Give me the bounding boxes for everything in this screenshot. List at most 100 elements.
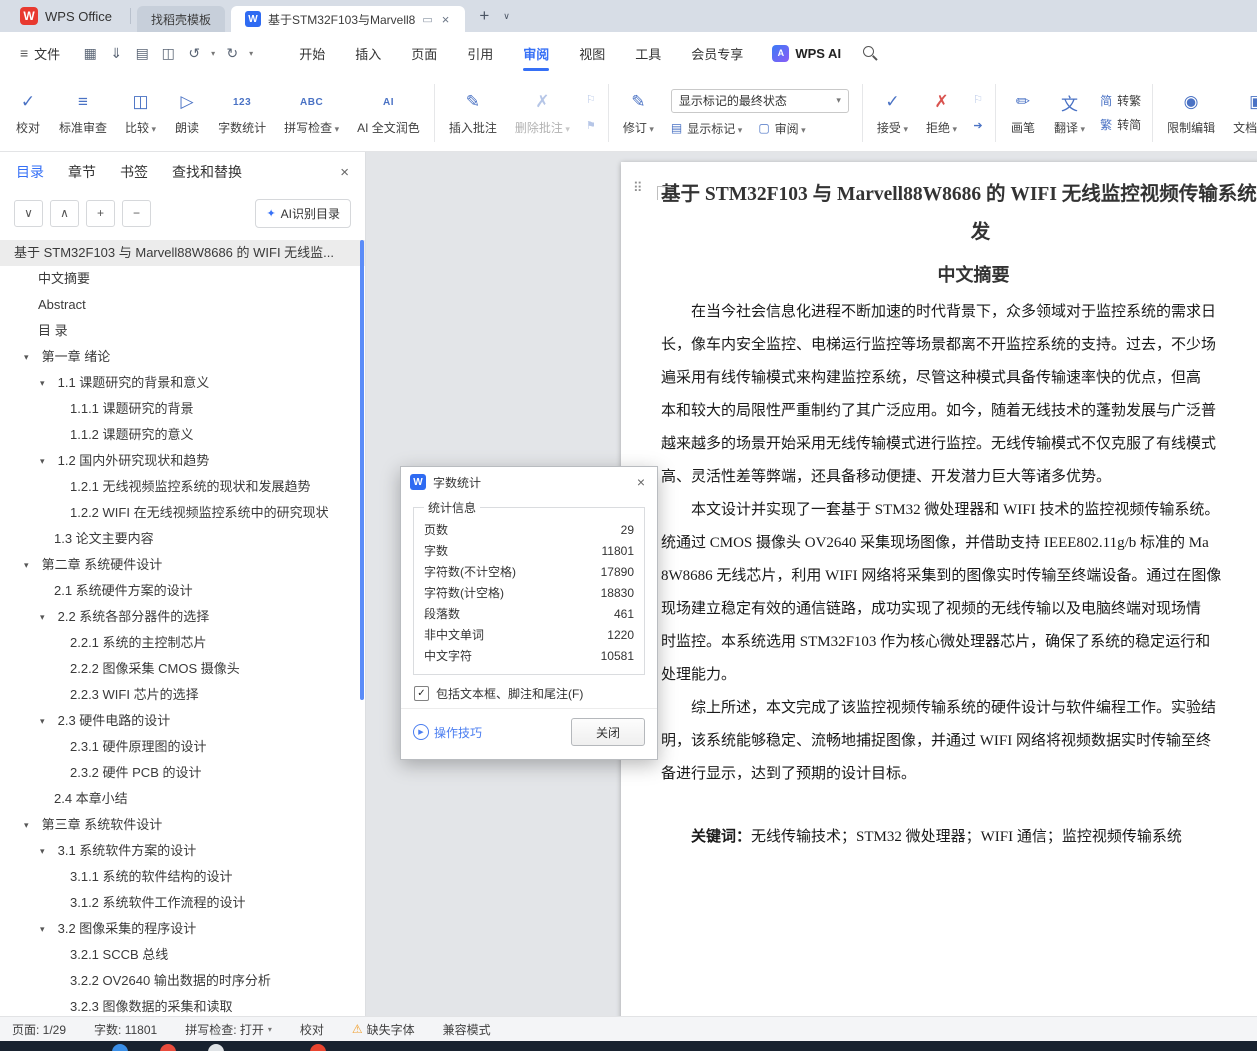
new-tab-button[interactable]: + xyxy=(471,6,497,26)
ribbon-button[interactable]: 123 字数统计 xyxy=(209,84,275,141)
toc-item[interactable]: 3.1.1 系统的软件结构的设计 xyxy=(0,864,365,890)
toc-item[interactable]: Abstract xyxy=(0,292,365,318)
dialog-titlebar[interactable]: W 字数统计 × xyxy=(401,467,657,497)
ribbon-button[interactable]: ▣ 文档权限 xyxy=(1224,84,1257,141)
toc-item[interactable]: 1.3 论文主要内容 xyxy=(0,526,365,552)
undo-caret-icon[interactable]: ▾ xyxy=(208,49,218,58)
to-simplified-button[interactable]: 繁 转简 xyxy=(1100,116,1141,133)
status-page-count[interactable]: 页面: 1/29 xyxy=(12,1021,66,1038)
ribbon-tab[interactable]: 插入 xyxy=(340,34,396,73)
next-comment-icon[interactable]: ⚑ xyxy=(581,118,601,134)
track-changes-button[interactable]: ✎ 修订 xyxy=(614,84,663,141)
show-markup-button[interactable]: ▤ 显示标记 xyxy=(671,120,742,137)
toc-item[interactable]: 第二章 系统硬件设计 xyxy=(0,552,365,578)
toc-item[interactable]: 2.4 本章小结 xyxy=(0,786,365,812)
toc-item[interactable]: 第三章 系统软件设计 xyxy=(0,812,365,838)
toc-item[interactable]: 第一章 绪论 xyxy=(0,344,365,370)
sidebar-close-icon[interactable]: × xyxy=(340,164,349,181)
dialog-close-icon[interactable]: × xyxy=(634,474,648,490)
previous-comment-icon[interactable]: ⚐ xyxy=(581,92,601,108)
translate-button[interactable]: 文 翻译 xyxy=(1045,84,1094,141)
toc-item[interactable]: 1.2.1 无线视频监控系统的现状和发展趋势 xyxy=(0,474,365,500)
include-textboxes-checkbox[interactable]: ✓ 包括文本框、脚注和尾注(F) xyxy=(414,685,644,702)
ai-recognize-toc-button[interactable]: ✦ AI识别目录 xyxy=(255,198,351,228)
file-menu-button[interactable]: ≡ 文件 xyxy=(12,44,68,63)
export-pdf-icon[interactable]: ⇓ xyxy=(104,41,128,65)
toc-item[interactable]: 基于 STM32F103 与 Marvell88W8686 的 WIFI 无线监… xyxy=(0,240,365,266)
status-compat-mode[interactable]: 兼容模式 xyxy=(443,1021,491,1038)
ribbon-tab[interactable]: 开始 xyxy=(284,34,340,73)
wps-home-tab[interactable]: W WPS Office xyxy=(8,0,124,32)
toc-item[interactable]: 2.3.1 硬件原理图的设计 xyxy=(0,734,365,760)
toc-item[interactable]: 2.3 硬件电路的设计 xyxy=(0,708,365,734)
to-traditional-button[interactable]: 简 转繁 xyxy=(1100,92,1141,109)
toc-item[interactable]: 3.1 系统软件方案的设计 xyxy=(0,838,365,864)
ribbon-button[interactable]: ✓ 校对 xyxy=(6,84,50,141)
status-spellcheck[interactable]: 拼写检查: 打开 ▾ xyxy=(185,1021,272,1038)
ribbon-button[interactable]: AI AI 全文润色 xyxy=(348,84,429,141)
ink-brush-button[interactable]: ✏ 画笔 xyxy=(1001,84,1045,141)
toc-item[interactable]: 2.2.3 WIFI 芯片的选择 xyxy=(0,682,365,708)
reviewing-pane-button[interactable]: ▢ 审阅 xyxy=(758,120,805,137)
ribbon-tab[interactable]: 会员专享 xyxy=(676,34,758,73)
toc-item[interactable]: 2.1 系统硬件方案的设计 xyxy=(0,578,365,604)
toc-item[interactable]: 1.1.2 课题研究的意义 xyxy=(0,422,365,448)
search-icon[interactable] xyxy=(863,45,878,61)
ribbon-tab[interactable]: 页面 xyxy=(396,34,452,73)
status-missing-font[interactable]: ⚠ 缺失字体 xyxy=(352,1021,415,1038)
document-tab-close-icon[interactable]: × xyxy=(440,12,452,27)
toc-item[interactable]: 1.2.2 WIFI 在无线视频监控系统中的研究现状 xyxy=(0,500,365,526)
toc-item[interactable]: 2.2.2 图像采集 CMOS 摄像头 xyxy=(0,656,365,682)
tab-list-caret-icon[interactable]: ∨ xyxy=(503,11,510,22)
sidebar-tab[interactable]: 章节 xyxy=(68,162,96,182)
toc-item[interactable]: 2.2 系统各部分器件的选择 xyxy=(0,604,365,630)
ribbon-button[interactable]: ▷ 朗读 xyxy=(165,84,209,141)
sidebar-tab[interactable]: 书签 xyxy=(120,162,148,182)
previous-change-icon[interactable]: ⚐ xyxy=(968,92,988,108)
toc-item[interactable]: 3.2.3 图像数据的采集和读取 xyxy=(0,994,365,1016)
status-proofread[interactable]: 校对 xyxy=(300,1021,324,1038)
ribbon-button[interactable]: ✓ 接受 xyxy=(868,84,917,141)
ribbon-button[interactable]: ✎ 插入批注 xyxy=(440,84,506,141)
paragraph-drag-handle-icon[interactable]: ⠿ xyxy=(633,180,642,196)
document-tab[interactable]: W 基于STM32F103与Marvell8 ▭ × xyxy=(230,6,466,32)
ribbon-button[interactable]: ≡ 标准审查 xyxy=(50,84,116,141)
toc-plus-button[interactable]: + xyxy=(86,199,115,227)
save-icon[interactable]: ▦ xyxy=(78,41,102,65)
toc-item[interactable]: 1.1 课题研究的背景和意义 xyxy=(0,370,365,396)
toc-item[interactable]: 2.3.2 硬件 PCB 的设计 xyxy=(0,760,365,786)
print-icon[interactable]: ▤ xyxy=(130,41,154,65)
toc-collapse-button[interactable]: ∨ xyxy=(14,199,43,227)
ribbon-button[interactable]: ◉ 限制编辑 xyxy=(1158,84,1224,141)
print-preview-icon[interactable]: ◫ xyxy=(156,41,180,65)
ribbon-button[interactable]: ✗ 删除批注 xyxy=(506,84,579,141)
status-word-count[interactable]: 字数: 11801 xyxy=(94,1021,157,1038)
toc-item[interactable]: 中文摘要 xyxy=(0,266,365,292)
redo-icon[interactable]: ↻ xyxy=(220,41,244,65)
toc-item[interactable]: 1.2 国内外研究现状和趋势 xyxy=(0,448,365,474)
ribbon-button[interactable]: ◫ 比较 xyxy=(116,84,165,141)
toc-expand-button[interactable]: ∧ xyxy=(50,199,79,227)
toc-item[interactable]: 3.2.2 OV2640 输出数据的时序分析 xyxy=(0,968,365,994)
close-button[interactable]: 关闭 xyxy=(571,718,645,746)
toc-minus-button[interactable]: − xyxy=(122,199,151,227)
sidebar-tab[interactable]: 目录 xyxy=(16,162,44,182)
ribbon-tab[interactable]: 视图 xyxy=(564,34,620,73)
toc-item[interactable]: 3.1.2 系统软件工作流程的设计 xyxy=(0,890,365,916)
toc-item[interactable]: 2.2.1 系统的主控制芯片 xyxy=(0,630,365,656)
toc-item[interactable]: 3.2.1 SCCB 总线 xyxy=(0,942,365,968)
sidebar-tab[interactable]: 查找和替换 xyxy=(172,162,242,182)
wps-ai-button[interactable]: A WPS AI xyxy=(772,44,841,62)
redo-caret-icon[interactable]: ▾ xyxy=(246,49,256,58)
toc-item[interactable]: 3.2 图像采集的程序设计 xyxy=(0,916,365,942)
template-store-tab[interactable]: 找稻壳模板 xyxy=(136,6,225,32)
next-change-icon[interactable]: ➔ xyxy=(968,118,988,134)
markup-state-dropdown[interactable]: 显示标记的最终状态 ▾ xyxy=(670,88,849,113)
toc-item[interactable]: 1.1.1 课题研究的背景 xyxy=(0,396,365,422)
document-page[interactable]: ⠿ 基于 STM32F103 与 Marvell88W8686 的 WIFI 无… xyxy=(621,162,1257,1016)
undo-icon[interactable]: ↺ xyxy=(182,41,206,65)
toc-item[interactable]: 目 录 xyxy=(0,318,365,344)
sidebar-scrollbar-thumb[interactable] xyxy=(360,240,364,700)
ribbon-button[interactable]: ✗ 拒绝 xyxy=(917,84,966,141)
tips-link[interactable]: ▶ 操作技巧 xyxy=(413,724,482,741)
